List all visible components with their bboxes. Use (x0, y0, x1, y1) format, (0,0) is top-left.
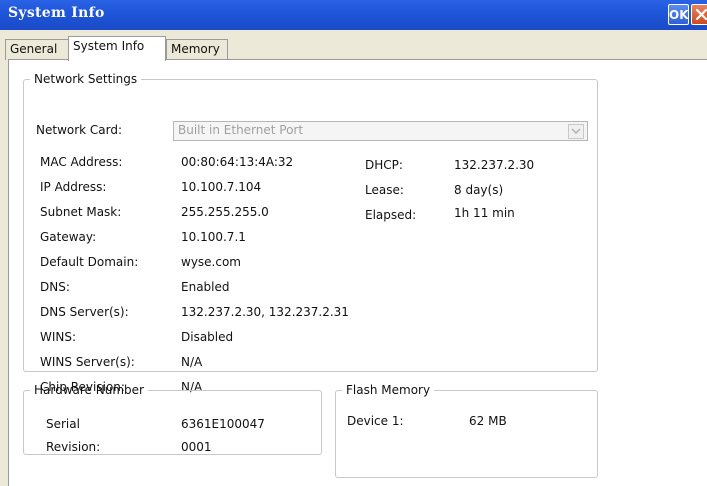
default-domain-value: wyse.com (181, 255, 241, 269)
revision-label: Revision: (46, 440, 101, 454)
network-settings-legend: Network Settings (34, 72, 138, 86)
flash-memory-group: Flash Memory Device 1: 62 MB (335, 383, 598, 478)
elapsed-value: 1h 11 min (454, 206, 515, 220)
subnet-mask-value: 255.255.255.0 (181, 205, 269, 219)
network-card-select[interactable]: Built in Ethernet Port (173, 121, 588, 141)
device-1-value: 62 MB (469, 414, 507, 428)
close-icon (695, 8, 707, 21)
close-button[interactable] (691, 4, 707, 25)
network-settings-group: Network Settings Network Card: Built in … (23, 72, 598, 394)
network-card-label: Network Card: (36, 123, 123, 137)
wins-servers-value: N/A (181, 355, 203, 369)
dns-servers-value: 132.237.2.30, 132.237.2.31 (181, 305, 349, 319)
chevron-down-icon (571, 128, 581, 135)
ip-address-label: IP Address: (40, 180, 107, 194)
elapsed-label: Elapsed: (365, 208, 417, 222)
dns-label: DNS: (40, 280, 70, 294)
network-card-value: Built in Ethernet Port (178, 123, 304, 137)
dhcp-value: 132.237.2.30 (454, 158, 535, 172)
revision-value: 0001 (181, 440, 212, 454)
tab-memory[interactable]: Memory (166, 39, 228, 60)
serial-value: 6361E100047 (181, 417, 265, 431)
hardware-number-group: Hardware Number Serial 6361E100047 Revis… (23, 383, 322, 455)
window-title: System Info (8, 5, 105, 21)
serial-label: Serial (46, 417, 80, 431)
ok-button[interactable]: OK (668, 4, 689, 25)
lease-value: 8 day(s) (454, 183, 504, 197)
flash-memory-legend: Flash Memory (346, 383, 431, 397)
dropdown-arrow[interactable] (568, 124, 584, 139)
mac-address-label: MAC Address: (40, 155, 123, 169)
hardware-number-legend: Hardware Number (34, 383, 144, 397)
subnet-mask-label: Subnet Mask: (40, 205, 122, 219)
gateway-label: Gateway: (40, 230, 97, 244)
dns-value: Enabled (181, 280, 230, 294)
mac-address-value: 00:80:64:13:4A:32 (181, 155, 294, 169)
wins-value: Disabled (181, 330, 234, 344)
ip-address-value: 10.100.7.104 (181, 180, 262, 194)
device-1-label: Device 1: (347, 414, 404, 428)
tab-panel: Network Settings Network Card: Built in … (8, 59, 707, 486)
wins-servers-label: WINS Server(s): (40, 355, 135, 369)
default-domain-label: Default Domain: (40, 255, 139, 269)
lease-label: Lease: (365, 183, 404, 197)
tab-system-info[interactable]: System Info (68, 36, 166, 61)
title-bar: System Info OK (0, 0, 707, 30)
dns-servers-label: DNS Server(s): (40, 305, 129, 319)
tab-general[interactable]: General (5, 39, 73, 60)
wins-label: WINS: (40, 330, 77, 344)
gateway-value: 10.100.7.1 (181, 230, 246, 244)
dhcp-label: DHCP: (365, 158, 403, 172)
